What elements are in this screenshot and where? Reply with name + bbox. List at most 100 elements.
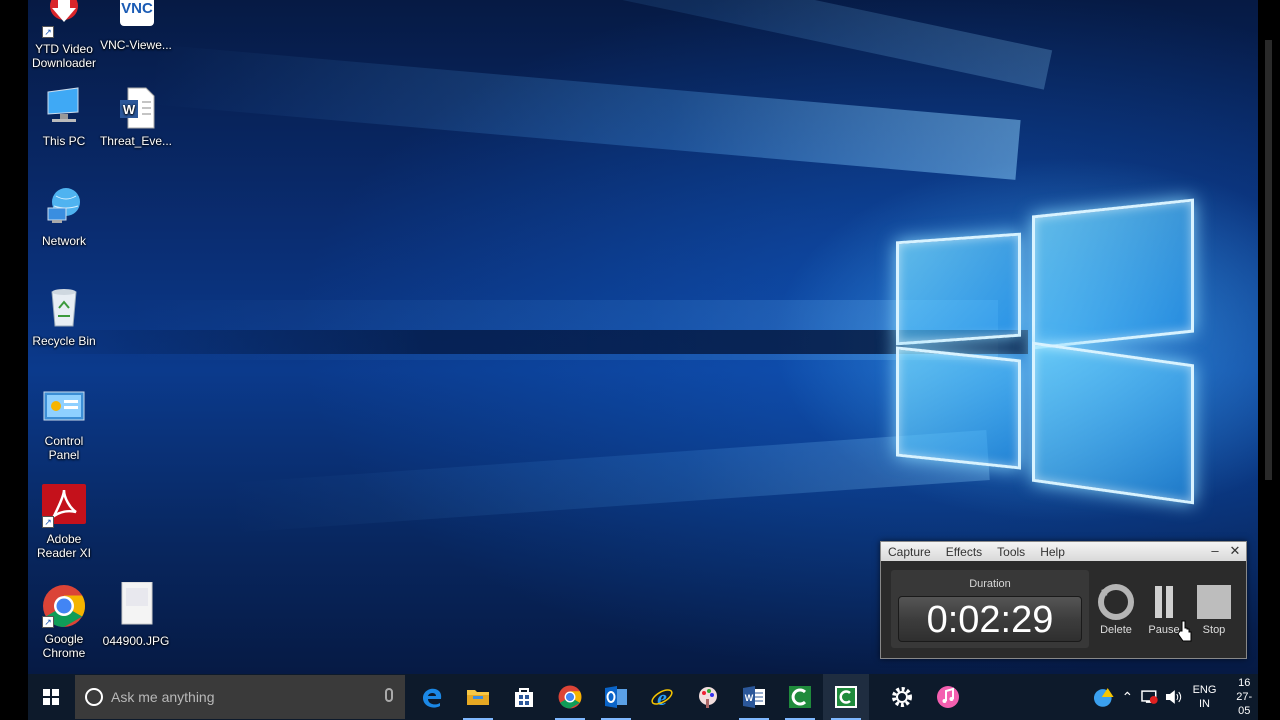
desktop-icon-control-panel[interactable]: Control Panel xyxy=(28,386,102,462)
icon-label: Downloader xyxy=(31,56,97,70)
icon-label: Recycle Bin xyxy=(32,334,96,348)
menu-tools[interactable]: Tools xyxy=(997,545,1025,559)
shortcut-arrow-icon: ↗ xyxy=(42,26,54,38)
camtasia-studio-icon[interactable] xyxy=(777,674,823,720)
desktop-icon-this-pc[interactable]: This PC xyxy=(28,86,102,148)
pause-icon xyxy=(1146,584,1182,620)
logo-pane xyxy=(1032,198,1194,350)
edge-icon[interactable] xyxy=(409,674,455,720)
windows-logo-wallpaper xyxy=(896,195,1196,505)
desktop-icon-adobe-reader[interactable]: ↗ Adobe Reader XI xyxy=(28,484,102,560)
recycle-bin-icon xyxy=(42,286,86,330)
search-placeholder: Ask me anything xyxy=(111,689,215,705)
cortana-circle-icon xyxy=(85,688,103,706)
icon-label: Threat_Eve... xyxy=(99,134,173,148)
store-icon[interactable] xyxy=(501,674,547,720)
itunes-icon[interactable] xyxy=(925,674,971,720)
settings-icon[interactable] xyxy=(879,674,925,720)
desktop-icon-jpg-file[interactable]: 044900.JPG xyxy=(98,581,174,648)
icon-label: VNC-Viewe... xyxy=(100,38,172,52)
menu-help[interactable]: Help xyxy=(1040,545,1065,559)
windows-start-icon xyxy=(43,689,59,705)
duration-panel: Duration 0:02:29 xyxy=(891,570,1089,648)
ytd-downloader-icon: ↗ xyxy=(42,0,86,38)
cortana-search-box[interactable]: Ask me anything xyxy=(75,675,405,719)
word-document-icon: W xyxy=(114,86,158,130)
delete-button[interactable]: Delete xyxy=(1095,584,1137,636)
svg-text:e: e xyxy=(657,685,667,709)
chrome-icon[interactable] xyxy=(547,674,593,720)
shortcut-arrow-icon: ↗ xyxy=(42,516,54,528)
icon-label: Network xyxy=(41,234,86,248)
microphone-icon[interactable] xyxy=(385,688,393,702)
logo-pane xyxy=(1032,341,1194,505)
light-beam xyxy=(148,44,1021,180)
show-hidden-icons-chevron-icon[interactable]: ⌃ xyxy=(1122,689,1134,706)
shortcut-arrow-icon: ↗ xyxy=(42,616,54,628)
close-button[interactable]: ✕ xyxy=(1226,543,1244,559)
logo-pane xyxy=(896,232,1021,346)
clock-date: 27-05 xyxy=(1236,691,1253,717)
outlook-icon[interactable] xyxy=(593,674,639,720)
right-edge-scrollbar xyxy=(1265,40,1272,480)
icon-label: Chrome xyxy=(42,646,86,660)
right-letterbox xyxy=(1258,0,1280,720)
desktop-icon-vnc[interactable]: VNC VNC-Viewe... xyxy=(98,0,174,52)
svg-text:W: W xyxy=(745,693,754,703)
icon-label: YTD Video xyxy=(35,42,93,56)
vnc-viewer-icon: VNC xyxy=(114,0,158,30)
stop-icon xyxy=(1196,584,1232,620)
ie-update-tray-icon[interactable] xyxy=(1092,685,1116,709)
recorder-menu-bar: Capture Effects Tools Help – ✕ xyxy=(881,542,1246,561)
network-disconnected-icon[interactable] xyxy=(1141,689,1159,705)
start-button[interactable] xyxy=(28,674,74,720)
icon-label: Reader XI xyxy=(36,546,92,560)
icon-label: This PC xyxy=(42,134,86,148)
stop-label: Stop xyxy=(1202,624,1226,636)
stop-button[interactable]: Stop xyxy=(1193,584,1235,636)
wallpaper-shadow xyxy=(28,330,1028,354)
paint-icon[interactable] xyxy=(685,674,731,720)
menu-capture[interactable]: Capture xyxy=(888,545,931,559)
word-icon[interactable]: W xyxy=(731,674,777,720)
language-indicator[interactable]: ENG IN xyxy=(1193,683,1217,711)
delete-label: Delete xyxy=(1100,624,1132,636)
icon-label: Google xyxy=(44,632,84,646)
file-explorer-icon[interactable] xyxy=(455,674,501,720)
hand-cursor-icon xyxy=(1177,620,1192,642)
left-letterbox xyxy=(0,0,28,720)
clock[interactable]: 16 27-05 xyxy=(1230,676,1258,718)
computer-icon xyxy=(42,86,86,130)
icon-label: Panel xyxy=(48,448,80,462)
desktop-icon-network[interactable]: Network xyxy=(28,186,102,248)
desktop-icon-recycle-bin[interactable]: Recycle Bin xyxy=(28,286,102,348)
light-beam xyxy=(228,430,990,533)
desktop-icon-threat-doc[interactable]: W Threat_Eve... xyxy=(98,86,174,148)
network-globe-icon xyxy=(42,186,86,230)
volume-icon[interactable] xyxy=(1165,689,1183,705)
clock-time: 16 xyxy=(1238,677,1251,689)
internet-explorer-icon[interactable]: e xyxy=(639,674,685,720)
desktop-icon-google-chrome[interactable]: ↗ Google Chrome xyxy=(28,584,102,660)
adobe-reader-icon: ↗ xyxy=(42,484,86,528)
minimize-button[interactable]: – xyxy=(1206,543,1224,559)
logo-pane xyxy=(896,346,1021,470)
control-panel-icon xyxy=(42,386,86,430)
icon-label: 044900.JPG xyxy=(102,634,170,648)
vnc-logo: VNC xyxy=(120,0,154,26)
chrome-icon: ↗ xyxy=(42,584,86,628)
menu-effects[interactable]: Effects xyxy=(946,545,982,559)
delete-icon xyxy=(1098,584,1134,620)
icon-label: Control xyxy=(44,434,84,448)
camtasia-recorder-window[interactable]: Capture Effects Tools Help – ✕ Duration … xyxy=(880,541,1247,659)
desktop-icon-ytd[interactable]: ↗ YTD Video Downloader xyxy=(28,0,102,70)
icon-label: Adobe xyxy=(46,532,82,546)
duration-timer: 0:02:29 xyxy=(898,596,1082,642)
svg-text:W: W xyxy=(123,102,136,117)
image-file-icon xyxy=(114,581,158,626)
duration-label: Duration xyxy=(969,578,1011,590)
camtasia-recorder-icon[interactable] xyxy=(823,674,869,720)
region-code: IN xyxy=(1199,698,1210,710)
language-code: ENG xyxy=(1192,684,1217,696)
taskbar: Ask me anything e W ⌃ ENG IN 16 27-05 xyxy=(28,674,1258,720)
